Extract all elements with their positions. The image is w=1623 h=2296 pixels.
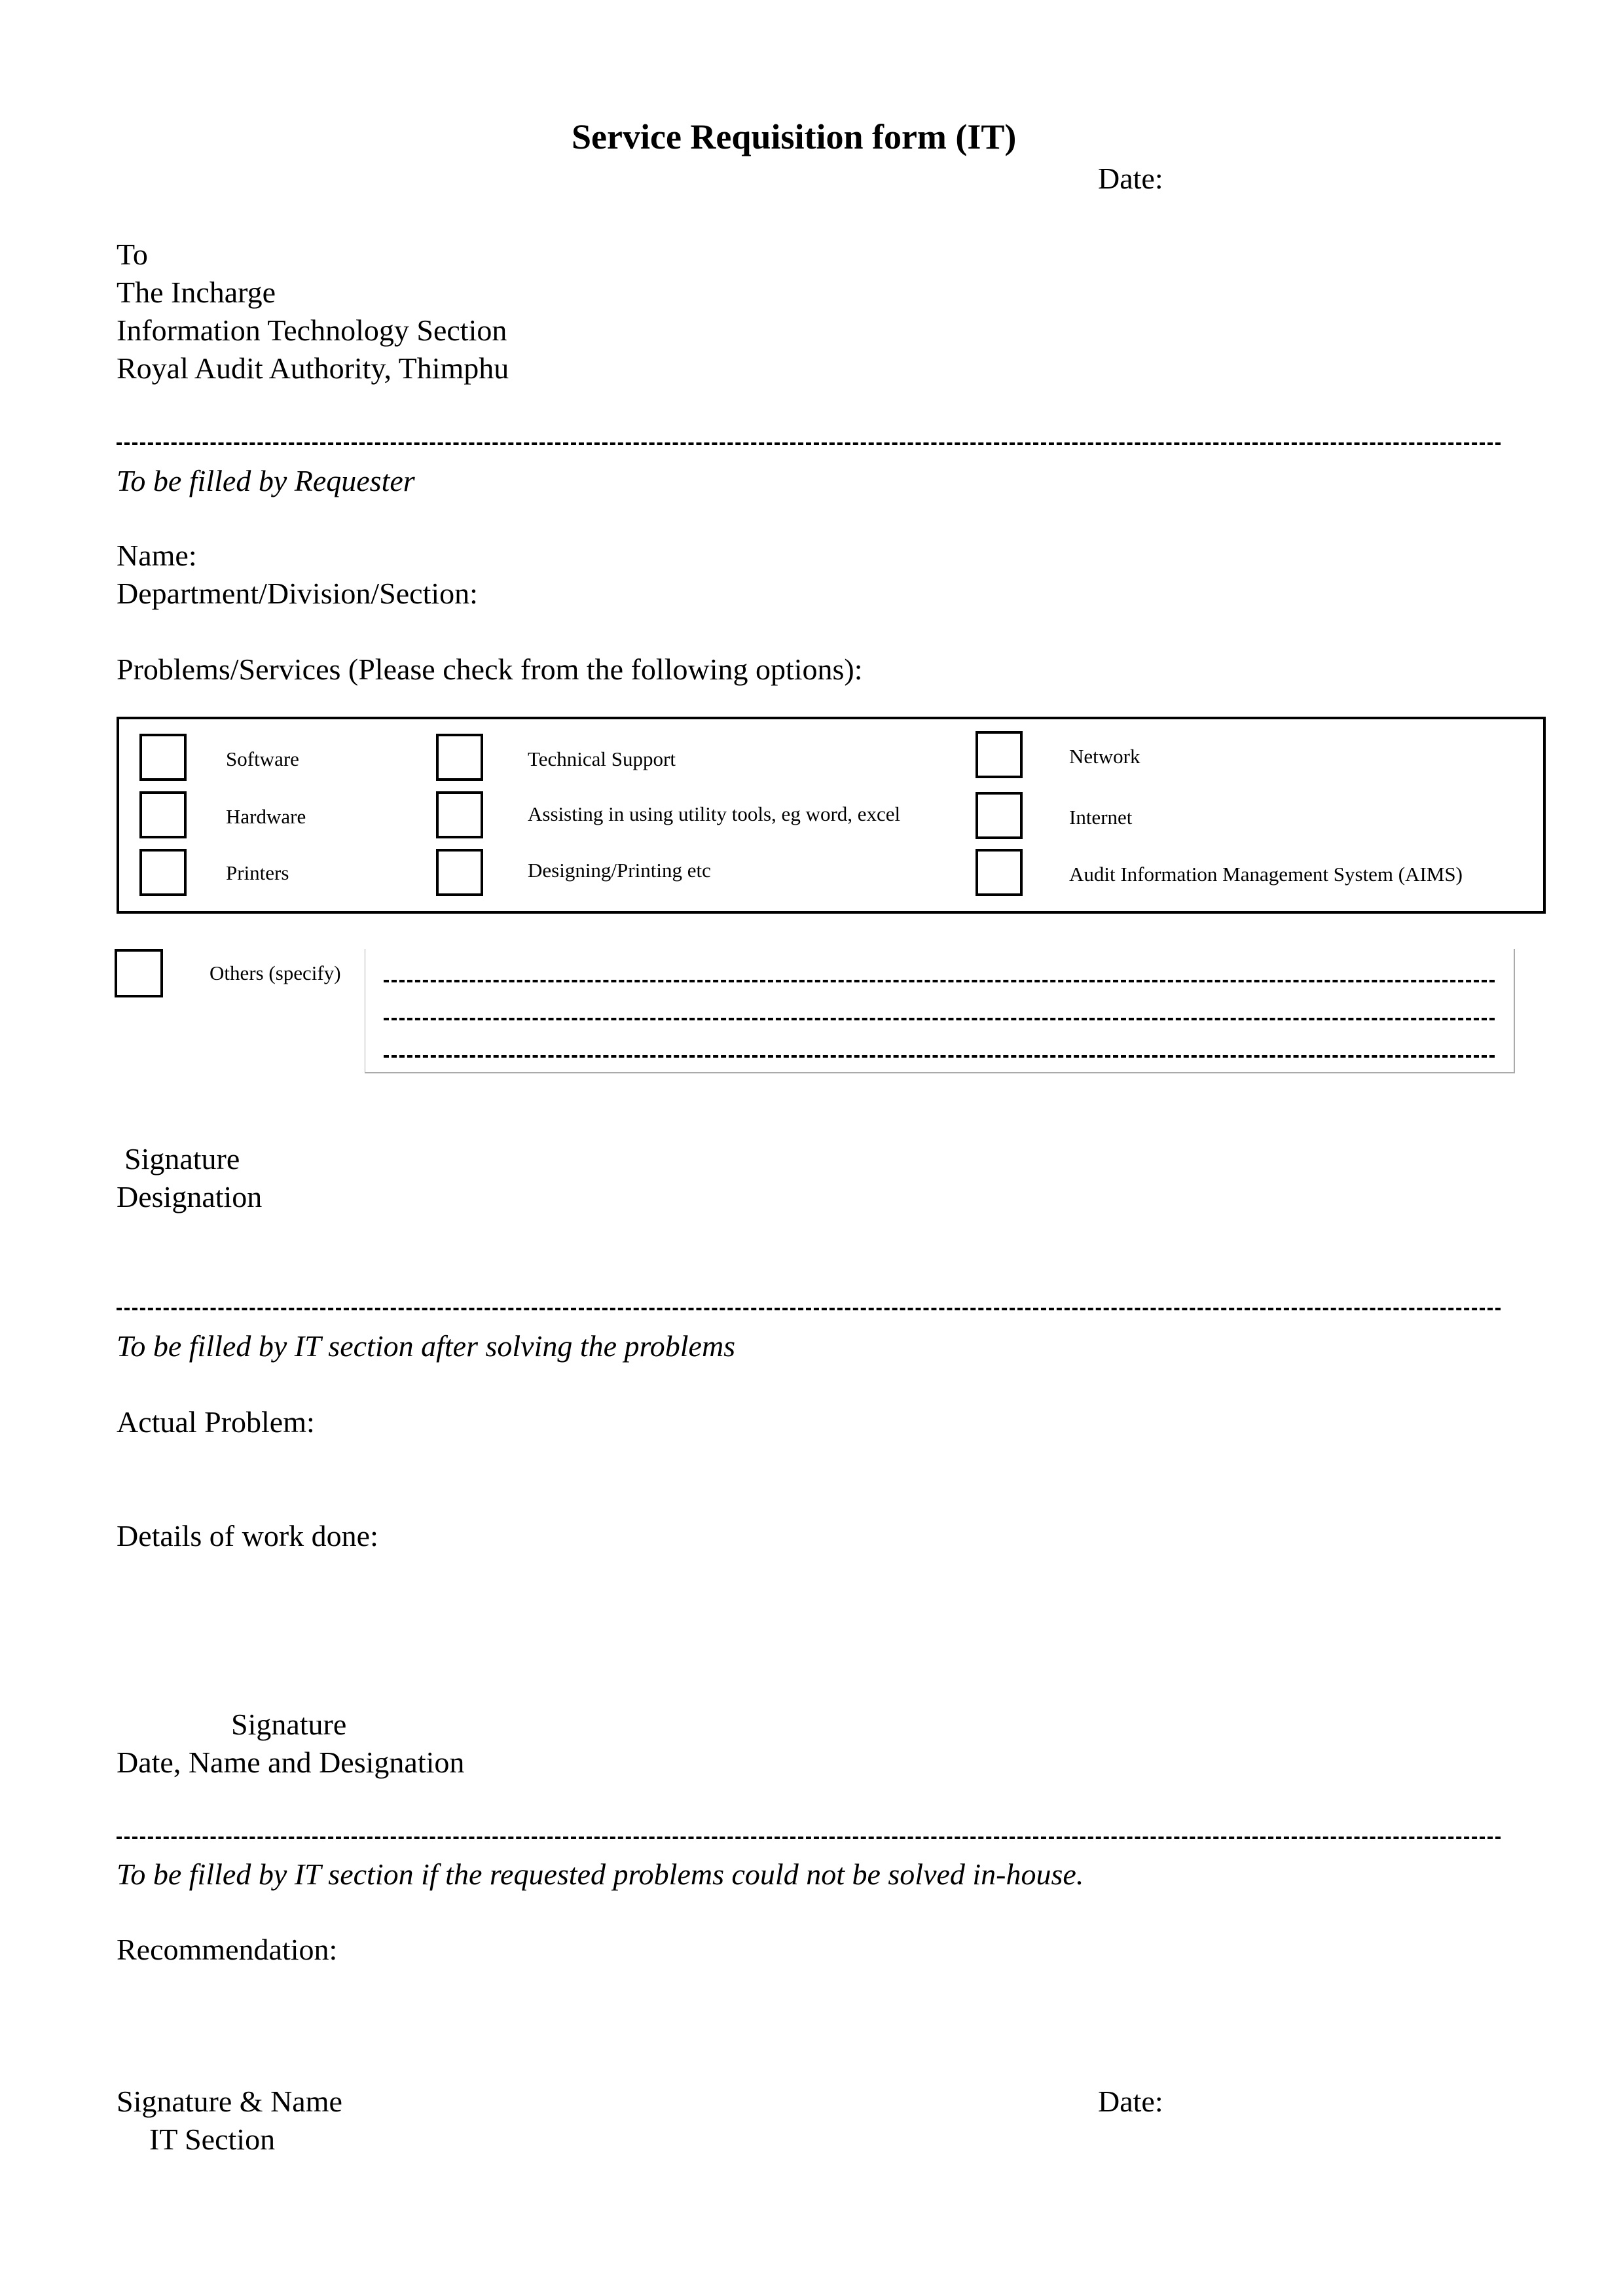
it-signature-label: Signature bbox=[231, 1708, 347, 1741]
address-line: The Incharge bbox=[117, 276, 276, 309]
footer-date-label: Date: bbox=[1098, 2085, 1163, 2118]
checkbox-designing-printing[interactable] bbox=[436, 849, 483, 896]
option-label-software: Software bbox=[226, 747, 299, 770]
checkbox-utility-tools[interactable] bbox=[436, 791, 483, 838]
checkbox-aims[interactable] bbox=[976, 849, 1023, 896]
recommendation-label: Recommendation: bbox=[117, 1933, 338, 1966]
option-label-aims: Audit Information Management System (AIM… bbox=[1069, 863, 1463, 886]
section-divider bbox=[117, 442, 1501, 445]
signature-name-label: Signature & Name bbox=[117, 2085, 342, 2118]
it-section-label: IT Section bbox=[149, 2123, 276, 2156]
checkbox-printers[interactable] bbox=[139, 849, 187, 896]
requester-signature-label: Signature bbox=[124, 1142, 240, 1175]
address-line: Royal Audit Authority, Thimphu bbox=[117, 351, 509, 385]
option-label-technical-support: Technical Support bbox=[528, 747, 676, 770]
checkbox-network[interactable] bbox=[976, 731, 1023, 778]
option-label-designing-printing: Designing/Printing etc bbox=[528, 859, 711, 882]
page-title: Service Requisition form (IT) bbox=[572, 117, 1017, 156]
address-line: To bbox=[117, 238, 148, 271]
details-of-work-label: Details of work done: bbox=[117, 1519, 378, 1552]
date-name-designation-label: Date, Name and Designation bbox=[117, 1746, 465, 1779]
it-unsolved-section-heading: To be filled by IT section if the reques… bbox=[117, 1857, 1084, 1891]
checkbox-others[interactable] bbox=[115, 949, 163, 997]
others-specify-line[interactable] bbox=[384, 980, 1495, 982]
address-line: Information Technology Section bbox=[117, 314, 507, 347]
problems-label: Problems/Services (Please check from the… bbox=[117, 653, 863, 686]
name-field-label: Name: bbox=[117, 539, 197, 572]
option-label-internet: Internet bbox=[1069, 806, 1133, 829]
requester-designation-label: Designation bbox=[117, 1180, 263, 1213]
checkbox-internet[interactable] bbox=[976, 792, 1023, 839]
others-label: Others (specify) bbox=[210, 961, 341, 984]
checkbox-software[interactable] bbox=[139, 734, 187, 781]
department-field-label: Department/Division/Section: bbox=[117, 577, 478, 610]
header-date-label: Date: bbox=[1098, 162, 1163, 195]
checkbox-technical-support[interactable] bbox=[436, 734, 483, 781]
option-label-printers: Printers bbox=[226, 861, 289, 884]
checkbox-hardware[interactable] bbox=[139, 791, 187, 838]
option-label-utility-tools: Assisting in using utility tools, eg wor… bbox=[528, 802, 901, 825]
actual-problem-label: Actual Problem: bbox=[117, 1405, 315, 1439]
option-label-hardware: Hardware bbox=[226, 805, 306, 828]
option-label-network: Network bbox=[1069, 745, 1140, 768]
requester-section-heading: To be filled by Requester bbox=[117, 464, 415, 497]
others-specify-line[interactable] bbox=[384, 1055, 1495, 1058]
section-divider bbox=[117, 1308, 1501, 1310]
section-divider bbox=[117, 1837, 1501, 1839]
others-specify-line[interactable] bbox=[384, 1018, 1495, 1020]
it-solved-section-heading: To be filled by IT section after solving… bbox=[117, 1329, 736, 1363]
